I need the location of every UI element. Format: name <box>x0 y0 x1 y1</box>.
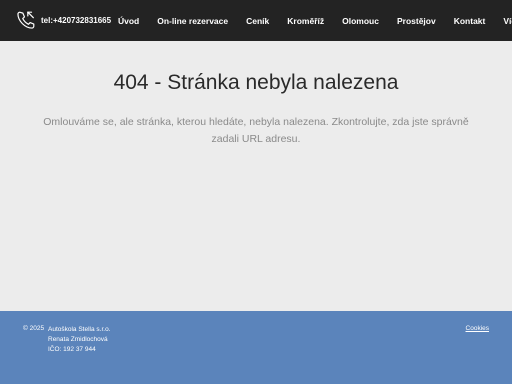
copyright: © 2025 <box>23 325 45 332</box>
error-message: Omlouváme se, ale stránka, kterou hledát… <box>43 116 469 145</box>
company-ico: IČO: 192 37 944 <box>48 346 96 353</box>
nav-item-uvod[interactable]: Úvod <box>118 16 139 26</box>
nav-item-cenik[interactable]: Ceník <box>246 16 269 26</box>
phone-link[interactable]: tel:+420732831665 <box>15 9 111 31</box>
main-content: 404 - Stránka nebyla nalezena Omlouváme … <box>0 41 512 311</box>
cookies-link[interactable]: Cookies <box>466 325 489 332</box>
company-info: Autoškola Stella s.r.o. Renata Zmidlocho… <box>48 325 111 355</box>
nav-item-olomouc[interactable]: Olomouc <box>342 16 379 26</box>
nav-item-vice-label: Více <box>503 15 512 26</box>
nav-item-vice-dropdown[interactable]: Více <box>503 16 512 26</box>
main-menu: Úvod On-line rezervace Ceník Kroměříž Ol… <box>118 0 512 41</box>
top-navigation-bar: tel:+420732831665 Úvod On-line rezervace… <box>0 0 512 41</box>
nav-item-online-rezervace[interactable]: On-line rezervace <box>157 16 228 26</box>
page-footer: © 2025 Autoškola Stella s.r.o. Renata Zm… <box>0 311 512 384</box>
nav-item-prostejov[interactable]: Prostějov <box>397 16 436 26</box>
nav-item-kromeriz[interactable]: Kroměříž <box>287 16 324 26</box>
phone-number: tel:+420732831665 <box>41 15 112 25</box>
company-owner: Renata Zmidlochová <box>48 336 108 343</box>
phone-icon <box>17 11 35 29</box>
nav-item-kontakt[interactable]: Kontakt <box>454 16 486 26</box>
company-name: Autoškola Stella s.r.o. <box>48 326 111 333</box>
page-title: 404 - Stránka nebyla nalezena <box>113 71 399 94</box>
